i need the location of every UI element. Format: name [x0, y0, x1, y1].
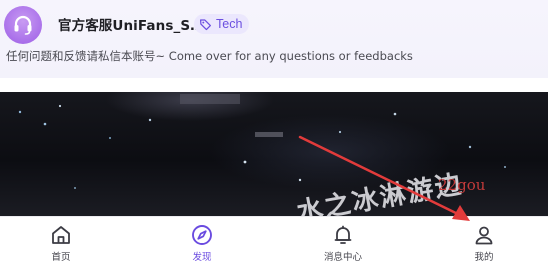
profile-bio: 任何问题和反馈请私信本账号~ Come over for any questio…	[6, 49, 413, 63]
tag-label: Tech	[216, 17, 243, 31]
nav-item-profile[interactable]: 我的	[444, 217, 524, 265]
headset-icon	[14, 15, 32, 35]
banner-watermark: 22gou	[438, 176, 486, 194]
tag-icon	[200, 18, 211, 30]
screen: 官方客服UniFans_S… Tech 任何问题和反馈请私信本账号~ Come …	[0, 0, 548, 265]
user-icon	[475, 226, 493, 245]
banner-lights	[18, 94, 506, 189]
bottom-nav: 首页 发现 消息中心 我的	[0, 216, 548, 265]
category-tag[interactable]: Tech	[194, 14, 250, 34]
banner-image[interactable]: 水之冰淋游边 22gou	[0, 92, 548, 216]
compass-icon	[192, 225, 212, 245]
avatar[interactable]	[4, 6, 42, 44]
nav-item-discover[interactable]: 发现	[162, 217, 242, 265]
nav-item-home[interactable]: 首页	[21, 217, 101, 265]
profile-header: 官方客服UniFans_S… Tech 任何问题和反馈请私信本账号~ Come …	[0, 0, 548, 78]
home-icon	[52, 226, 70, 244]
nav-label-profile: 我的	[474, 252, 494, 263]
nav-label-messages: 消息中心	[323, 252, 362, 263]
nav-label-home: 首页	[51, 252, 71, 263]
nav-label-discover: 发现	[192, 252, 212, 263]
bell-icon	[334, 225, 352, 244]
account-name: 官方客服UniFans_S…	[58, 18, 204, 34]
nav-item-messages[interactable]: 消息中心	[303, 217, 383, 265]
